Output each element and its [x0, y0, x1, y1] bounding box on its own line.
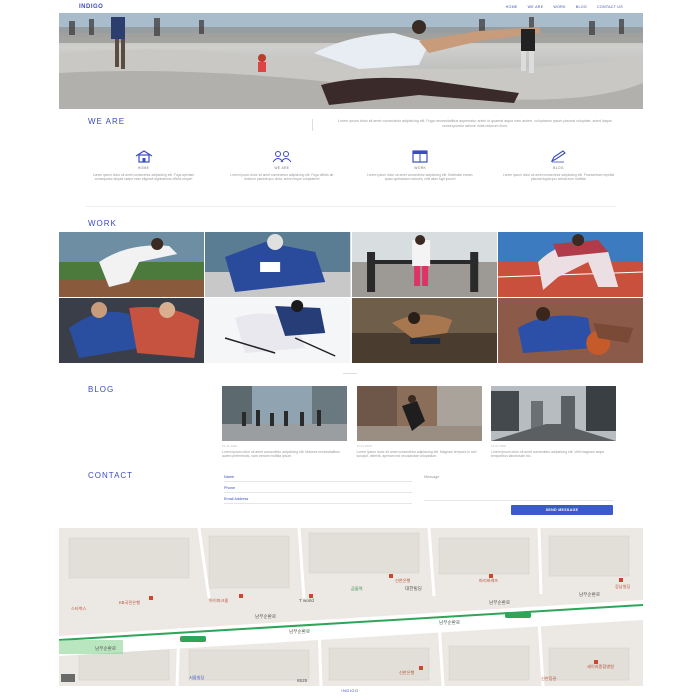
section-divider: [86, 206, 616, 207]
map-label-place: 강남빌딩: [615, 584, 631, 589]
map-label-place: KB국민은행: [119, 600, 140, 605]
feature-label: HOME: [137, 166, 150, 170]
footer-brand: INDIGO: [341, 688, 359, 693]
nav-menu: HOME WE ARE WORK BLOG CONTACT US: [506, 5, 623, 9]
work-photo-1[interactable]: [59, 232, 205, 297]
blog-card-3[interactable]: 21.01.2020 Lorem ipsum dolor sit amet co…: [491, 386, 616, 459]
email-field[interactable]: Email Address: [224, 497, 412, 504]
map-label-road: 남부순환로: [95, 646, 117, 651]
blog-excerpt: Lorem ipsum dolor sit amet consectetur a…: [356, 450, 477, 459]
blog-date: 21.01.2020: [222, 444, 238, 448]
contact-title: CONTACT: [88, 471, 134, 480]
blog-date: 21.01.2020: [356, 444, 372, 448]
feature-desc: Lorem ipsum dolor sit amet consectetur a…: [502, 173, 615, 182]
map-label-place: 신한증권: [541, 676, 557, 681]
nav-item-blog[interactable]: BLOG: [576, 5, 587, 9]
blog-excerpt: Lorem ipsum dolor sit amet consectetur a…: [491, 450, 605, 459]
blog-title: BLOG: [88, 385, 115, 394]
nav-item-home[interactable]: HOME: [506, 5, 518, 9]
team-icon: [224, 148, 339, 165]
feature-desc: Lorem ipsum dolor sit amet consectetur a…: [230, 173, 334, 182]
map-label-place: 스타벅스: [71, 606, 87, 611]
map-label-road: 남부순환로: [255, 614, 277, 619]
map-label-place: 신한은행: [395, 578, 411, 583]
we-are-divider: [312, 119, 313, 131]
work-photo-3[interactable]: [351, 232, 497, 297]
blog-posts: 21.01.2020 Lorem ipsum dolor sit amet co…: [222, 386, 616, 459]
map-label-station: 곱돌역: [351, 586, 363, 591]
feature-work: WORK Lorem ipsum dolor sit amet consecte…: [363, 148, 478, 198]
blog-card-1[interactable]: 21.01.2020 Lorem ipsum dolor sit amet co…: [222, 386, 347, 459]
map-label-place: 서울빌딩: [189, 675, 205, 680]
map-label-number: 6525: [297, 678, 308, 683]
feature-label: BLOG: [553, 166, 564, 170]
feature-we-are: WE ARE Lorem ipsum dolor sit amet consec…: [224, 148, 339, 198]
map-label-road: 남부순환로: [439, 620, 461, 625]
top-navbar: INDIGO HOME WE ARE WORK BLOG CONTACT US: [59, 0, 643, 14]
feature-blog: BLOG Lorem ipsum dolor sit amet consecte…: [501, 148, 616, 198]
feature-home: HOME Lorem ipsum dolor sit amet consecte…: [86, 148, 201, 198]
send-message-button[interactable]: SEND MESSAGE: [511, 505, 613, 515]
nav-item-we-are[interactable]: WE ARE: [528, 5, 544, 9]
nav-item-work[interactable]: WORK: [553, 5, 565, 9]
work-gallery: [59, 232, 643, 363]
name-field[interactable]: Name: [224, 475, 412, 482]
brand-logo[interactable]: INDIGO: [79, 4, 103, 10]
message-field[interactable]: Message: [424, 475, 614, 501]
map-label-road: 남부순환로: [489, 600, 511, 605]
work-photo-8[interactable]: [497, 298, 643, 363]
map-label-place: 아이파크몰: [209, 598, 229, 603]
map-label-place: T world: [299, 598, 314, 603]
map-label-place: 세이지종합병원: [587, 664, 614, 669]
map-label-road: 남부순환로: [289, 629, 311, 634]
map-label-road: 남부순환로: [579, 592, 601, 597]
home-icon: [86, 148, 201, 165]
nav-item-contact-us[interactable]: CONTACT US: [597, 5, 623, 9]
feature-label: WE ARE: [274, 166, 290, 170]
work-photo-4[interactable]: [497, 232, 643, 297]
work-title: WORK: [88, 219, 117, 228]
feature-label: WORK: [414, 166, 427, 170]
work-icon: [363, 148, 478, 165]
blog-card-2[interactable]: 21.01.2020 Lorem ipsum dolor sit amet co…: [356, 386, 482, 459]
section-separator: [343, 373, 357, 374]
work-photo-2[interactable]: [205, 232, 351, 297]
phone-field[interactable]: Phone: [224, 486, 412, 493]
blog-image-2[interactable]: [356, 386, 482, 441]
features-row: HOME Lorem ipsum dolor sit amet consecte…: [86, 148, 616, 198]
work-photo-5[interactable]: [59, 298, 205, 363]
map-label-place: 신한은행: [399, 670, 415, 675]
blog-image-1[interactable]: [222, 386, 347, 441]
location-map[interactable]: 남부순환로 남부순환로 남부순환로 남부순환로 남부순환로 남부순환로 스타벅스…: [59, 528, 643, 686]
map-label-place: 파리바게뜨: [479, 578, 499, 583]
map-label-place: 대한빌딩: [405, 586, 422, 591]
feature-desc: Lorem ipsum dolor sit amet consectetur a…: [367, 173, 474, 182]
we-are-text: Lorem ipsum dolor sit amet consectetur a…: [338, 119, 612, 128]
feature-desc: Lorem ipsum dolor sit amet consectetur a…: [92, 173, 195, 182]
hero-image: [59, 13, 643, 109]
work-photo-6[interactable]: [205, 298, 351, 363]
work-photo-7[interactable]: [351, 298, 497, 363]
blog-image-3[interactable]: [491, 386, 616, 441]
we-are-title: WE ARE: [88, 117, 126, 126]
blog-date: 21.01.2020: [491, 444, 507, 448]
page: INDIGO HOME WE ARE WORK BLOG CONTACT US: [0, 0, 700, 700]
blog-excerpt: Lorem ipsum dolor sit amet consectetur a…: [222, 450, 340, 459]
blog-icon: [501, 148, 616, 165]
